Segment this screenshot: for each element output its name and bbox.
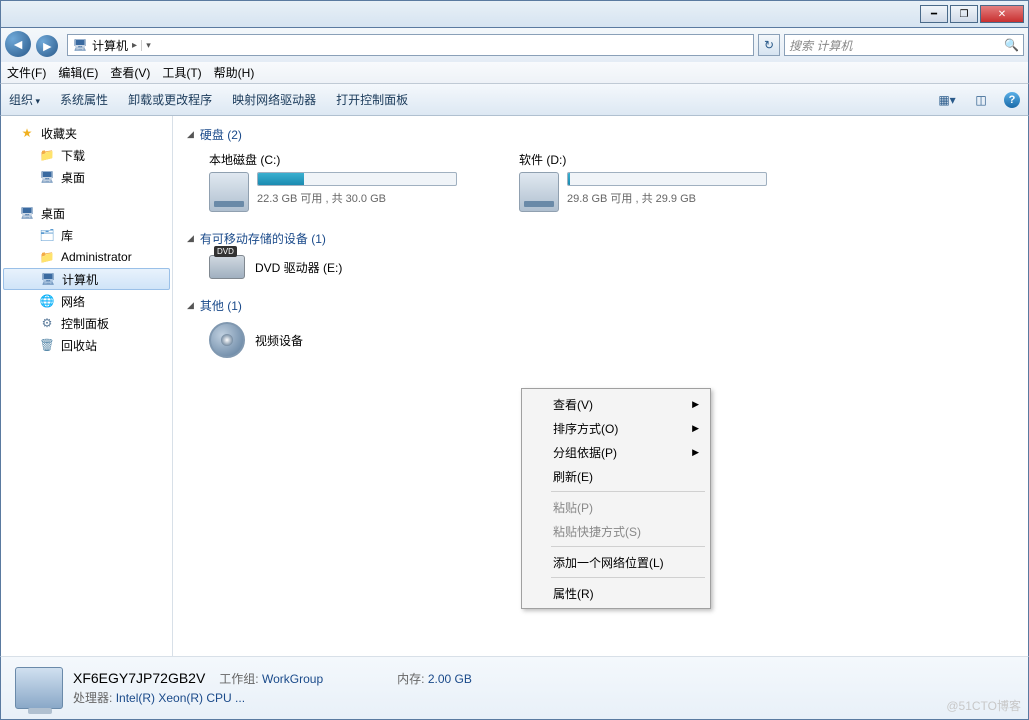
collapse-icon: ◢ xyxy=(187,233,194,244)
explorer-body: ★收藏夹 📁下载 🖥桌面 🖥桌面 🗂库 📁Administrator 🖥计算机 … xyxy=(0,116,1029,656)
forward-button[interactable]: ► xyxy=(36,35,58,57)
menu-separator xyxy=(551,546,705,547)
address-dropdown[interactable]: ▾ xyxy=(141,40,155,51)
sidebar-administrator[interactable]: 📁Administrator xyxy=(1,246,172,268)
command-bar: 组织 系统属性 卸载或更改程序 映射网络驱动器 打开控制面板 ▦▾ ◫ ? xyxy=(0,84,1029,116)
context-menu: 查看(V)▶ 排序方式(O)▶ 分组依据(P)▶ 刷新(E) 粘贴(P) 粘贴快… xyxy=(521,388,711,609)
ctx-properties[interactable]: 属性(R) xyxy=(525,581,707,605)
minimize-button[interactable]: ━ xyxy=(920,5,948,23)
navigation-pane: ★收藏夹 📁下载 🖥桌面 🖥桌面 🗂库 📁Administrator 🖥计算机 … xyxy=(1,116,173,656)
collapse-icon: ◢ xyxy=(187,300,194,311)
library-icon: 🗂 xyxy=(39,227,55,243)
monitor-icon: 🖥 xyxy=(19,205,35,221)
preview-pane-button[interactable]: ◫ xyxy=(970,89,992,111)
section-hdd[interactable]: ◢硬盘 (2) xyxy=(187,126,1014,143)
collapse-icon: ◢ xyxy=(187,129,194,140)
organize-button[interactable]: 组织 xyxy=(9,91,40,108)
navigation-bar: ◄ ► 🖥 计算机 ▸ ▾ ↻ 搜索 计算机 🔍 xyxy=(0,28,1029,62)
usage-bar xyxy=(257,172,457,186)
star-icon: ★ xyxy=(19,125,35,141)
window-titlebar: ━ ❐ ✕ xyxy=(0,0,1029,28)
toolbar-control-panel[interactable]: 打开控制面板 xyxy=(336,91,408,108)
watermark: @51CTO博客 xyxy=(946,697,1021,714)
close-button[interactable]: ✕ xyxy=(980,5,1024,23)
toolbar-uninstall[interactable]: 卸载或更改程序 xyxy=(128,91,212,108)
back-button[interactable]: ◄ xyxy=(5,31,31,57)
sidebar-libraries[interactable]: 🗂库 xyxy=(1,224,172,246)
sidebar-computer[interactable]: 🖥计算机 xyxy=(3,268,170,290)
ctx-refresh[interactable]: 刷新(E) xyxy=(525,464,707,488)
disk-icon xyxy=(519,172,559,212)
device-video[interactable]: 视频设备 xyxy=(209,322,1014,358)
recycle-icon: 🗑 xyxy=(39,337,55,353)
breadcrumb-sep-icon[interactable]: ▸ xyxy=(132,40,137,51)
refresh-button[interactable]: ↻ xyxy=(758,34,780,56)
control-panel-icon: ⚙ xyxy=(39,315,55,331)
camera-icon xyxy=(209,322,245,358)
menu-edit[interactable]: 编辑(E) xyxy=(58,64,98,81)
drive-dvd[interactable]: DVD 驱动器 (E:) xyxy=(209,255,1014,279)
folder-icon: 📁 xyxy=(39,147,55,163)
menu-view[interactable]: 查看(V) xyxy=(110,64,150,81)
computer-icon: 🖥 xyxy=(40,271,56,287)
sidebar-control-panel[interactable]: ⚙控制面板 xyxy=(1,312,172,334)
menu-tools[interactable]: 工具(T) xyxy=(162,64,201,81)
view-options-button[interactable]: ▦▾ xyxy=(936,89,958,111)
desktop-root[interactable]: 🖥桌面 xyxy=(1,202,172,224)
help-icon[interactable]: ? xyxy=(1004,92,1020,108)
search-icon: 🔍 xyxy=(1004,38,1019,52)
section-other[interactable]: ◢其他 (1) xyxy=(187,297,1014,314)
menu-separator xyxy=(551,491,705,492)
usage-bar xyxy=(567,172,767,186)
computer-name: XF6EGY7JP72GB2V xyxy=(73,670,205,686)
menu-bar: 文件(F) 编辑(E) 查看(V) 工具(T) 帮助(H) xyxy=(0,62,1029,84)
monitor-icon: 🖥 xyxy=(39,169,55,185)
dvd-icon xyxy=(209,255,245,279)
drive-c[interactable]: 本地磁盘 (C:) 22.3 GB 可用 , 共 30.0 GB xyxy=(209,151,459,212)
search-input[interactable]: 搜索 计算机 🔍 xyxy=(784,34,1024,56)
ctx-paste-shortcut: 粘贴快捷方式(S) xyxy=(525,519,707,543)
menu-file[interactable]: 文件(F) xyxy=(7,64,46,81)
submenu-arrow-icon: ▶ xyxy=(692,423,699,434)
ctx-group[interactable]: 分组依据(P)▶ xyxy=(525,440,707,464)
network-icon: 🌐 xyxy=(39,293,55,309)
favorites-root[interactable]: ★收藏夹 xyxy=(1,122,172,144)
sidebar-downloads[interactable]: 📁下载 xyxy=(1,144,172,166)
sidebar-network[interactable]: 🌐网络 xyxy=(1,290,172,312)
nav-buttons: ◄ ► xyxy=(5,31,63,59)
ctx-sort[interactable]: 排序方式(O)▶ xyxy=(525,416,707,440)
sidebar-desktop-fav[interactable]: 🖥桌面 xyxy=(1,166,172,188)
computer-large-icon xyxy=(15,667,63,709)
ctx-view[interactable]: 查看(V)▶ xyxy=(525,392,707,416)
toolbar-system-properties[interactable]: 系统属性 xyxy=(60,91,108,108)
details-pane: XF6EGY7JP72GB2V 工作组: WorkGroup 内存: 2.00 … xyxy=(0,656,1029,720)
maximize-button[interactable]: ❐ xyxy=(950,5,978,23)
sidebar-recycle-bin[interactable]: 🗑回收站 xyxy=(1,334,172,356)
submenu-arrow-icon: ▶ xyxy=(692,447,699,458)
address-bar[interactable]: 🖥 计算机 ▸ ▾ xyxy=(67,34,754,56)
ctx-add-network[interactable]: 添加一个网络位置(L) xyxy=(525,550,707,574)
ctx-paste: 粘贴(P) xyxy=(525,495,707,519)
user-icon: 📁 xyxy=(39,249,55,265)
section-removable[interactable]: ◢有可移动存储的设备 (1) xyxy=(187,230,1014,247)
drive-d[interactable]: 软件 (D:) 29.8 GB 可用 , 共 29.9 GB xyxy=(519,151,769,212)
computer-icon: 🖥 xyxy=(72,37,88,53)
disk-icon xyxy=(209,172,249,212)
menu-help[interactable]: 帮助(H) xyxy=(214,64,255,81)
submenu-arrow-icon: ▶ xyxy=(692,399,699,410)
toolbar-map-drive[interactable]: 映射网络驱动器 xyxy=(232,91,316,108)
menu-separator xyxy=(551,577,705,578)
breadcrumb-item[interactable]: 计算机 xyxy=(92,37,128,54)
search-placeholder: 搜索 计算机 xyxy=(789,37,852,54)
